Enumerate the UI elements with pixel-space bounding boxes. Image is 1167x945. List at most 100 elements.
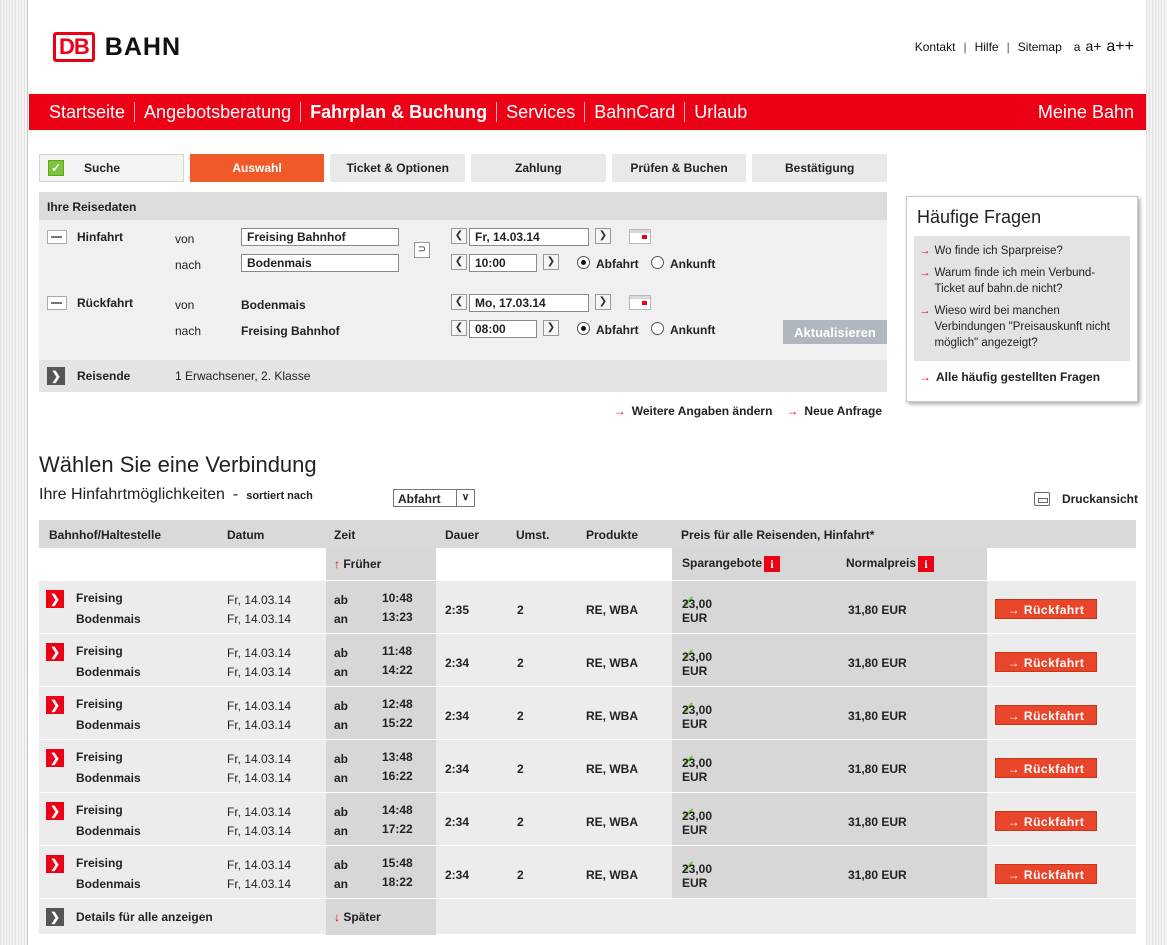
db-logo-text: BAHN [104, 32, 181, 61]
row-to: Bodenmais [76, 877, 141, 891]
hin-time-next-button[interactable]: ❯ [543, 254, 559, 270]
expand-reisende-icon[interactable]: ❯ [47, 367, 65, 385]
rueck-abfahrt-radio[interactable] [577, 322, 590, 335]
expand-row-icon[interactable]: ❯ [46, 643, 64, 661]
rueck-ankunft-radio[interactable] [651, 322, 664, 335]
table-row[interactable]: ❯ Freising Bodenmais Fr, 14.03.14 Fr, 14.03.… [39, 792, 1136, 845]
faq-item[interactable]: → Warum finde ich mein Verbund-Ticket au… [919, 265, 1125, 297]
row-date-dep: Fr, 14.03.14 [227, 752, 292, 766]
link-neue-anfrage[interactable]: Neue Anfrage [804, 404, 882, 418]
update-button[interactable]: Aktualisieren [783, 320, 887, 344]
swap-stations-button[interactable]: ⊃ [414, 242, 430, 258]
row-ab-label: ab [334, 752, 349, 766]
row-dep-time: 10:48 [382, 591, 413, 605]
faq-item[interactable]: → Wo finde ich Sparpreise? [919, 243, 1125, 259]
hin-abfahrt-radio[interactable] [577, 256, 590, 269]
nav-urlaub[interactable]: Urlaub [685, 102, 756, 122]
nav-fahrplan-buchung[interactable]: Fahrplan & Buchung [301, 102, 498, 122]
step-suche[interactable]: ✓ Suche [39, 154, 184, 182]
calendar-icon[interactable] [629, 295, 651, 310]
row-ab-label: ab [334, 805, 349, 819]
link-sitemap[interactable]: Sitemap [1018, 40, 1062, 54]
sort-select[interactable]: Abfahrt ∨ [393, 489, 475, 507]
row-to: Bodenmais [76, 824, 141, 838]
db-logo[interactable]: DB BAHN [53, 32, 181, 62]
link-hilfe[interactable]: Hilfe [975, 40, 999, 54]
faq-item[interactable]: → Wieso wird bei manchen Verbindungen "P… [919, 303, 1125, 351]
table-row[interactable]: ❯ Freising Bodenmais Fr, 14.03.14 Fr, 14.03.… [39, 845, 1136, 898]
calendar-icon[interactable] [629, 229, 651, 244]
check-icon: ✓ [48, 160, 64, 176]
arrow-up-icon: ↑ [334, 557, 340, 571]
row-duration: 2:34 [445, 868, 470, 882]
info-icon[interactable]: i [764, 556, 781, 572]
row-normal-price[interactable]: 31,80 EUR [848, 815, 907, 829]
rueck-time-input[interactable]: 08:00 [469, 320, 537, 338]
row-normal-price[interactable]: 31,80 EUR [848, 709, 907, 723]
table-subheader: ↑ Früher Sparangebote i Normalpreis i [39, 548, 1136, 580]
expand-row-icon[interactable]: ❯ [46, 802, 64, 820]
hin-nach-input[interactable]: Bodenmais [241, 254, 399, 272]
font-size-large[interactable]: a+ [1085, 38, 1101, 54]
rueck-date-prev-button[interactable]: ❮ [451, 294, 467, 310]
hin-time-input[interactable]: 10:00 [469, 254, 537, 272]
row-from: Freising [76, 856, 123, 870]
nav-startseite[interactable]: Startseite [49, 102, 136, 122]
link-kontakt[interactable]: Kontakt [915, 40, 956, 54]
faq-all-link[interactable]: → Alle häufig gestellten Fragen [907, 361, 1137, 393]
expand-row-icon[interactable]: ❯ [46, 855, 64, 873]
nav-meine-bahn[interactable]: Meine Bahn [1038, 102, 1134, 122]
row-to: Bodenmais [76, 665, 141, 679]
earlier-button[interactable]: ↑ Früher [326, 548, 436, 580]
row-normal-price[interactable]: 31,80 EUR [848, 603, 907, 617]
arrow-right-icon: → [786, 404, 799, 418]
rueck-von-label: von [175, 298, 195, 312]
nav-angebotsberatung[interactable]: Angebotsberatung [135, 102, 302, 122]
row-an-label: an [334, 665, 349, 679]
font-size-xlarge[interactable]: a++ [1106, 38, 1134, 56]
table-row[interactable]: ❯ Freising Bodenmais Fr, 14.03.14 Fr, 14.03.… [39, 633, 1136, 686]
row-normal-price[interactable]: 31,80 EUR [848, 762, 907, 776]
nav-bahncard[interactable]: BahnCard [585, 102, 686, 122]
table-row[interactable]: ❯ Freising Bodenmais Fr, 14.03.14 Fr, 14.03.… [39, 580, 1136, 633]
expand-row-icon[interactable]: ❯ [46, 696, 64, 714]
hin-date-prev-button[interactable]: ❮ [451, 228, 467, 244]
info-icon[interactable]: i [918, 556, 935, 572]
hin-time-prev-button[interactable]: ❮ [451, 254, 467, 270]
details-all-link[interactable]: Details für alle anzeigen [76, 910, 213, 924]
table-row[interactable]: ❯ Freising Bodenmais Fr, 14.03.14 Fr, 14.03.… [39, 739, 1136, 792]
rueck-date-next-button[interactable]: ❯ [595, 294, 611, 310]
hin-von-input[interactable]: Freising Bahnhof [241, 228, 399, 246]
row-duration: 2:34 [445, 815, 470, 829]
faq-box: Häufige Fragen → Wo finde ich Sparpreise… [906, 196, 1138, 402]
link-weitere-angaben[interactable]: Weitere Angaben ändern [632, 404, 773, 418]
row-changes: 2 [517, 656, 524, 670]
rueckfahrt-button[interactable]: → Rückfahrt [995, 705, 1097, 725]
expand-row-icon[interactable]: ❯ [46, 749, 64, 767]
connection-rows: ❯ Freising Bodenmais Fr, 14.03.14 Fr, 14.03.… [39, 580, 1136, 898]
rueckfahrt-button[interactable]: → Rückfahrt [995, 864, 1097, 884]
rueckfahrt-button[interactable]: → Rückfahrt [995, 599, 1097, 619]
hinfahrt-label: Hinfahrt [77, 230, 123, 244]
printer-icon [1033, 492, 1050, 506]
row-normal-price[interactable]: 31,80 EUR [848, 656, 907, 670]
expand-all-icon[interactable]: ❯ [46, 908, 64, 926]
print-link[interactable]: Druckansicht [1033, 492, 1138, 506]
nav-services[interactable]: Services [497, 102, 586, 122]
font-size-normal[interactable]: a [1074, 40, 1081, 54]
table-row[interactable]: ❯ Freising Bodenmais Fr, 14.03.14 Fr, 14.03.… [39, 686, 1136, 739]
expand-row-icon[interactable]: ❯ [46, 590, 64, 608]
hin-date-next-button[interactable]: ❯ [595, 228, 611, 244]
row-ab-label: ab [334, 858, 349, 872]
rueck-time-next-button[interactable]: ❯ [543, 320, 559, 336]
rueckfahrt-button[interactable]: → Rückfahrt [995, 758, 1097, 778]
hin-date-input[interactable]: Fr, 14.03.14 [469, 228, 589, 246]
row-normal-price[interactable]: 31,80 EUR [848, 868, 907, 882]
rueckfahrt-button[interactable]: → Rückfahrt [995, 811, 1097, 831]
rueckfahrt-button[interactable]: → Rückfahrt [995, 652, 1097, 672]
later-button[interactable]: ↓ Später [326, 899, 436, 935]
hin-ankunft-radio[interactable] [651, 256, 664, 269]
rueck-date-input[interactable]: Mo, 17.03.14 [469, 294, 589, 312]
content: ✓ Suche Auswahl Ticket & Optionen Zahlun… [29, 130, 1146, 945]
rueck-time-prev-button[interactable]: ❮ [451, 320, 467, 336]
